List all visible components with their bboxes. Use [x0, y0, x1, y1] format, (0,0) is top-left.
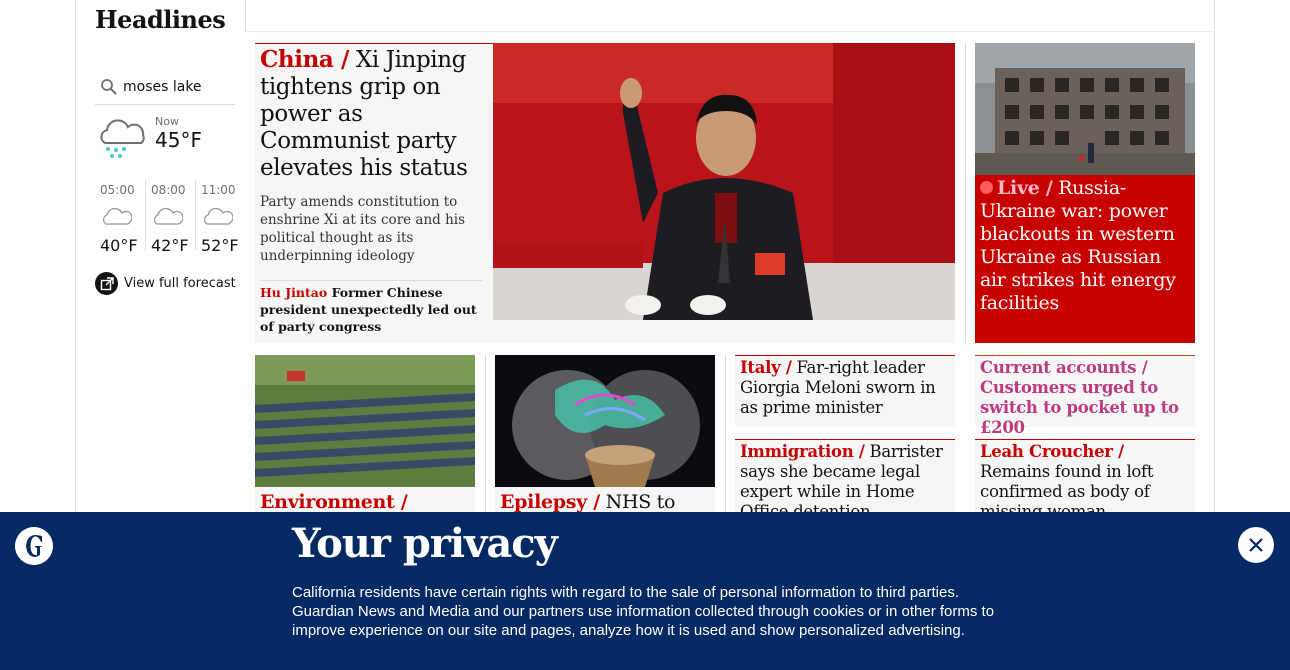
weather-forecast: 05:00 40°F 08:00 42°F 11:00 52°F: [95, 180, 245, 255]
main-story-image[interactable]: [493, 43, 955, 320]
cloud-icon: [203, 207, 234, 225]
italy-story-card[interactable]: Italy / Far-right leader Giorgia Meloni …: [735, 355, 955, 427]
forecast-item: 05:00 40°F: [95, 180, 145, 255]
divider: [245, 0, 246, 32]
forecast-item: 11:00 52°F: [194, 180, 245, 255]
view-full-forecast-label: View full forecast: [124, 276, 236, 291]
epilepsy-story-card[interactable]: Epilepsy / NHS to offer: [495, 355, 715, 535]
privacy-banner: Your privacy California residents have c…: [0, 512, 1290, 670]
section-title: Headlines: [95, 5, 226, 34]
guardian-logo: [15, 527, 53, 565]
forecast-time: 05:00: [100, 183, 135, 197]
live-story-kicker: Live /: [997, 177, 1053, 199]
weather-location-search: [95, 70, 235, 105]
search-icon: [101, 79, 117, 95]
italy-story-kicker: Italy /: [740, 358, 792, 377]
current-accounts-story-headline-text: Customers urged to switch to pocket up t…: [980, 378, 1179, 437]
main-story-headline[interactable]: China / Xi Jinping tightens grip on powe…: [260, 46, 485, 182]
close-button[interactable]: [1238, 527, 1274, 563]
close-icon: [1249, 538, 1263, 552]
forecast-item: 08:00 42°F: [144, 180, 195, 255]
live-indicator-icon: [980, 181, 993, 194]
forecast-time: 08:00: [150, 183, 186, 197]
immigration-story-card[interactable]: Immigration / Barrister says she became …: [735, 439, 955, 521]
divider: [260, 280, 482, 281]
privacy-title: Your privacy: [292, 520, 558, 567]
live-story-headline[interactable]: Live / Russia-Ukraine war: power blackou…: [980, 177, 1192, 315]
weather-location-input[interactable]: [123, 79, 233, 95]
immigration-story-kicker: Immigration /: [740, 442, 865, 461]
forecast-time: 11:00: [200, 183, 236, 197]
divider: [246, 31, 1214, 32]
weather-now-temp: 45°F: [155, 128, 202, 152]
divider: [255, 43, 493, 44]
current-accounts-story-card[interactable]: Current accounts / Customers urged to sw…: [975, 355, 1195, 437]
forecast-temp: 52°F: [200, 236, 239, 255]
epilepsy-story-image[interactable]: [495, 355, 715, 487]
view-full-forecast-link[interactable]: View full forecast: [95, 272, 236, 295]
main-story-kicker: China /: [260, 46, 349, 73]
divider: [485, 355, 486, 515]
divider: [725, 355, 726, 515]
cloud-icon: [102, 207, 133, 225]
live-story-image[interactable]: [975, 43, 1195, 175]
leah-croucher-story-kicker: Leah Croucher /: [980, 442, 1124, 461]
italy-story-headline[interactable]: Italy / Far-right leader Giorgia Meloni …: [735, 356, 955, 420]
weather-now-label: Now: [155, 115, 179, 128]
sublink-kicker: Hu Jintao: [260, 285, 328, 300]
environment-story-image[interactable]: [255, 355, 475, 487]
epilepsy-story-kicker: Epilepsy /: [500, 491, 600, 513]
current-accounts-story-headline[interactable]: Current accounts / Customers urged to sw…: [975, 356, 1195, 440]
environment-story-card[interactable]: Environment /: [255, 355, 475, 515]
cloud-sleet-icon: [100, 119, 145, 158]
main-story-card[interactable]: China / Xi Jinping tightens grip on powe…: [255, 43, 955, 343]
external-link-icon: [95, 272, 118, 295]
live-story-card[interactable]: Live / Russia-Ukraine war: power blackou…: [975, 43, 1195, 343]
forecast-temp: 40°F: [100, 236, 138, 255]
privacy-body: California residents have certain rights…: [292, 584, 995, 639]
main-story-sublink[interactable]: Hu Jintao Former Chinese president unexp…: [260, 284, 485, 335]
leah-croucher-story-card[interactable]: Leah Croucher / Remains found in loft co…: [975, 439, 1195, 521]
environment-story-kicker: Environment /: [260, 491, 408, 513]
current-accounts-story-kicker: Current accounts /: [980, 358, 1148, 377]
divider: [965, 43, 966, 343]
main-story-standfirst: Party amends constitution to enshrine Xi…: [260, 194, 466, 264]
cloud-icon: [153, 207, 184, 225]
forecast-temp: 42°F: [150, 236, 189, 255]
